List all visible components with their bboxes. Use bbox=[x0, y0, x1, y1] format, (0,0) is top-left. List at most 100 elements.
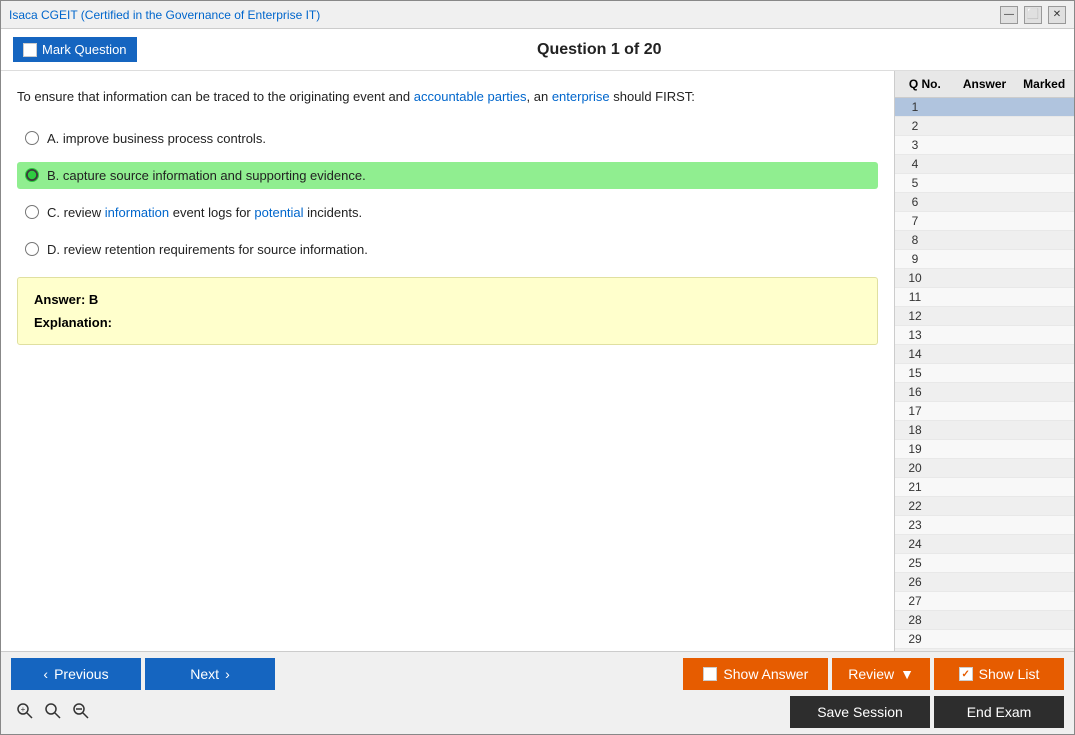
side-panel-row[interactable]: 7 bbox=[895, 212, 1074, 231]
option-d[interactable]: D. review retention requirements for sou… bbox=[17, 236, 878, 263]
show-list-button[interactable]: Show List bbox=[934, 658, 1064, 690]
side-panel-row[interactable]: 4 bbox=[895, 155, 1074, 174]
next-button[interactable]: Next › bbox=[145, 658, 275, 690]
row-answer bbox=[935, 232, 1005, 248]
previous-button[interactable]: ‹ Previous bbox=[11, 658, 141, 690]
side-panel-row[interactable]: 1 bbox=[895, 98, 1074, 117]
end-exam-button[interactable]: End Exam bbox=[934, 696, 1064, 728]
restore-button[interactable]: ⬜ bbox=[1024, 6, 1042, 24]
row-marked bbox=[1005, 574, 1075, 590]
mark-question-button[interactable]: Mark Question bbox=[13, 37, 137, 62]
row-qno: 20 bbox=[895, 460, 935, 476]
row-qno: 24 bbox=[895, 536, 935, 552]
side-panel-row[interactable]: 12 bbox=[895, 307, 1074, 326]
radio-b[interactable] bbox=[25, 168, 39, 182]
close-button[interactable]: ✕ bbox=[1048, 6, 1066, 24]
side-panel-row[interactable]: 8 bbox=[895, 231, 1074, 250]
side-panel-row[interactable]: 27 bbox=[895, 592, 1074, 611]
row-marked bbox=[1005, 593, 1075, 609]
show-list-label: Show List bbox=[979, 666, 1040, 682]
side-panel-row[interactable]: 28 bbox=[895, 611, 1074, 630]
row-qno: 19 bbox=[895, 441, 935, 457]
side-panel-row[interactable]: 5 bbox=[895, 174, 1074, 193]
row-marked bbox=[1005, 232, 1075, 248]
row-answer bbox=[935, 213, 1005, 229]
side-panel-row[interactable]: 24 bbox=[895, 535, 1074, 554]
row-answer bbox=[935, 460, 1005, 476]
zoom-out-button[interactable] bbox=[67, 699, 93, 726]
row-marked bbox=[1005, 346, 1075, 362]
save-session-button[interactable]: Save Session bbox=[790, 696, 930, 728]
side-panel-row[interactable]: 9 bbox=[895, 250, 1074, 269]
review-label: Review bbox=[848, 666, 894, 682]
row-answer bbox=[935, 137, 1005, 153]
row-answer bbox=[935, 156, 1005, 172]
side-panel-row[interactable]: 20 bbox=[895, 459, 1074, 478]
side-panel-row[interactable]: 25 bbox=[895, 554, 1074, 573]
option-a[interactable]: A. improve business process controls. bbox=[17, 125, 878, 152]
row-answer bbox=[935, 270, 1005, 286]
row-qno: 9 bbox=[895, 251, 935, 267]
side-panel-row[interactable]: 29 bbox=[895, 630, 1074, 649]
main-window: Isaca CGEIT (Certified in the Governance… bbox=[0, 0, 1075, 735]
side-panel-header: Q No. Answer Marked bbox=[895, 71, 1074, 98]
side-panel-row[interactable]: 13 bbox=[895, 326, 1074, 345]
side-panel-row[interactable]: 14 bbox=[895, 345, 1074, 364]
side-panel-row[interactable]: 11 bbox=[895, 288, 1074, 307]
side-panel-row[interactable]: 17 bbox=[895, 402, 1074, 421]
side-panel-row[interactable]: 3 bbox=[895, 136, 1074, 155]
row-qno: 11 bbox=[895, 289, 935, 305]
option-c[interactable]: C. review information event logs for pot… bbox=[17, 199, 878, 226]
side-panel-row[interactable]: 26 bbox=[895, 573, 1074, 592]
row-marked bbox=[1005, 422, 1075, 438]
row-answer bbox=[935, 118, 1005, 134]
question-area: To ensure that information can be traced… bbox=[1, 71, 894, 651]
side-panel-row[interactable]: 16 bbox=[895, 383, 1074, 402]
option-b[interactable]: B. capture source information and suppor… bbox=[17, 162, 878, 189]
row-marked bbox=[1005, 99, 1075, 115]
show-answer-button[interactable]: Show Answer bbox=[683, 658, 828, 690]
row-qno: 12 bbox=[895, 308, 935, 324]
row-marked bbox=[1005, 403, 1075, 419]
mark-checkbox-icon bbox=[23, 43, 37, 57]
side-panel-row[interactable]: 2 bbox=[895, 117, 1074, 136]
minimize-button[interactable]: — bbox=[1000, 6, 1018, 24]
radio-a[interactable] bbox=[25, 131, 39, 145]
row-answer bbox=[935, 612, 1005, 628]
row-answer bbox=[935, 536, 1005, 552]
row-marked bbox=[1005, 213, 1075, 229]
row-answer bbox=[935, 251, 1005, 267]
row-answer bbox=[935, 574, 1005, 590]
row-qno: 21 bbox=[895, 479, 935, 495]
row-answer bbox=[935, 346, 1005, 362]
row-marked bbox=[1005, 156, 1075, 172]
bottom-row1: ‹ Previous Next › Show Answer Review ▼ S… bbox=[11, 658, 1064, 690]
row-marked bbox=[1005, 327, 1075, 343]
side-panel-row[interactable]: 21 bbox=[895, 478, 1074, 497]
row-answer bbox=[935, 327, 1005, 343]
row-qno: 28 bbox=[895, 612, 935, 628]
row-marked bbox=[1005, 289, 1075, 305]
radio-d[interactable] bbox=[25, 242, 39, 256]
review-button[interactable]: Review ▼ bbox=[832, 658, 930, 690]
row-marked bbox=[1005, 555, 1075, 571]
zoom-fit-button[interactable] bbox=[39, 699, 65, 726]
radio-c[interactable] bbox=[25, 205, 39, 219]
row-qno: 10 bbox=[895, 270, 935, 286]
row-qno: 27 bbox=[895, 593, 935, 609]
row-qno: 1 bbox=[895, 99, 935, 115]
side-panel-row[interactable]: 10 bbox=[895, 269, 1074, 288]
question-title: Question 1 of 20 bbox=[137, 41, 1062, 59]
row-qno: 4 bbox=[895, 156, 935, 172]
side-panel-row[interactable]: 15 bbox=[895, 364, 1074, 383]
row-answer bbox=[935, 99, 1005, 115]
side-panel-row[interactable]: 6 bbox=[895, 193, 1074, 212]
row-answer bbox=[935, 441, 1005, 457]
zoom-in-button[interactable]: + bbox=[11, 699, 37, 726]
side-panel-row[interactable]: 18 bbox=[895, 421, 1074, 440]
side-panel-row[interactable]: 22 bbox=[895, 497, 1074, 516]
side-panel-row[interactable]: 23 bbox=[895, 516, 1074, 535]
side-panel-row[interactable]: 19 bbox=[895, 440, 1074, 459]
row-marked bbox=[1005, 270, 1075, 286]
row-qno: 3 bbox=[895, 137, 935, 153]
